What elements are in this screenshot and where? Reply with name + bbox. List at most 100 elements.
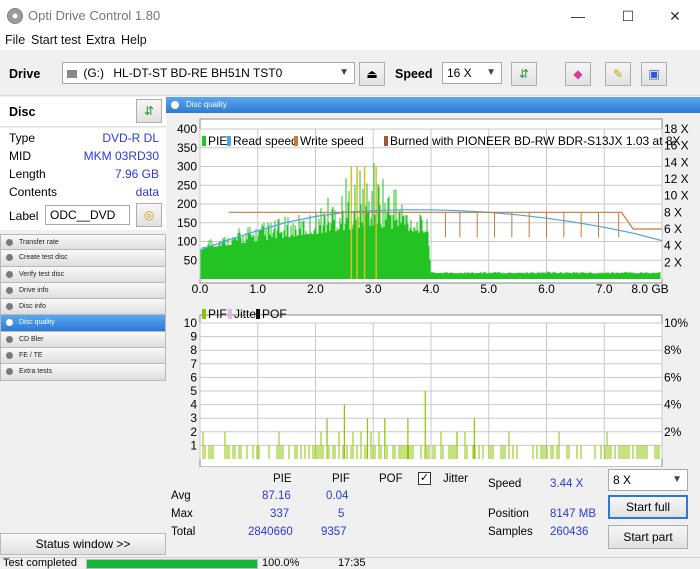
stats-area: PIE PIF POF ✓ Jitter Avg 87.16 0.04 Max …: [166, 467, 700, 557]
disc-refresh-button[interactable]: ⇵: [136, 99, 162, 123]
menu-start-test[interactable]: Start test: [31, 33, 81, 47]
speed-select[interactable]: 16 X ▼: [442, 62, 502, 84]
drive-icon: [67, 70, 77, 78]
disc-length-value: 7.96 GB: [114, 167, 159, 181]
disc-contents-value: data: [135, 185, 159, 199]
nav-label: Disc quality: [19, 319, 55, 327]
start-full-button[interactable]: Start full: [608, 495, 688, 519]
y-left-tick-label: 2: [190, 425, 197, 439]
position-label: Position: [488, 508, 529, 520]
y-right-tick-label: 18 X: [664, 122, 689, 136]
y-left-tick-label: 10: [184, 316, 198, 330]
progress-text: 100.0%: [262, 557, 300, 569]
refresh-icon: ⇵: [518, 67, 530, 81]
left-panel: Disc ⇵ Type DVD-R DL MID MKM 03RD30 Length…: [0, 97, 166, 557]
x-tick-label: 0.0: [192, 282, 209, 296]
disc-label-key: Label: [9, 209, 39, 223]
nav-label: FE / TE: [19, 352, 43, 360]
x-tick-label: 8.0 GB: [631, 282, 668, 296]
disc-row: Length 7.96 GB: [9, 167, 159, 185]
x-tick-label: 1.0: [249, 282, 266, 296]
refresh-speed-button[interactable]: ⇵: [511, 62, 537, 86]
y-left-tick-label: 100: [177, 235, 197, 249]
test-speed-select[interactable]: 8 X ▼: [608, 469, 688, 491]
legend-read-swatch: [227, 136, 231, 146]
legend-pif: PIF: [208, 307, 227, 321]
speed-stat-label: Speed: [488, 478, 522, 490]
drive-select[interactable]: (G:) HL-DT-ST BD-RE BH51N TST0 ▼: [62, 62, 355, 84]
fe-te-icon: [6, 352, 13, 360]
legend-jitter-swatch: [228, 309, 232, 319]
drive-name: HL-DT-ST BD-RE BH51N TST0: [113, 66, 283, 80]
maximize-button[interactable]: ☐: [605, 0, 651, 32]
legend-pie-swatch: [202, 136, 206, 146]
verify-disc-icon: [6, 270, 13, 278]
legend-pif-swatch: [202, 309, 206, 319]
nav-list: Transfer rate Create test disc Verify te…: [0, 234, 166, 381]
nav-transfer-rate[interactable]: Transfer rate: [0, 234, 166, 251]
disc-row: Type DVD-R DL: [9, 131, 159, 149]
x-tick-label: 5.0: [480, 282, 497, 296]
y-right-tick-label: 10 X: [664, 189, 689, 203]
max-pif-value: 5: [338, 508, 345, 520]
save-button[interactable]: ▣: [641, 62, 667, 86]
menu-file[interactable]: File: [5, 33, 25, 47]
chevron-down-icon: ▼: [672, 474, 682, 485]
speed-stat-value: 3.44 X: [550, 478, 584, 490]
jitter-label: Jitter: [443, 473, 468, 485]
y-left-tick-label: 6: [190, 370, 197, 384]
y-left-tick-label: 1: [190, 438, 197, 452]
nav-fe-te[interactable]: FE / TE: [0, 348, 166, 365]
avg-pie-value: 87.16: [262, 490, 291, 502]
y-left-tick-label: 8: [190, 343, 197, 357]
start-part-button[interactable]: Start part: [608, 525, 688, 549]
menu-extra[interactable]: Extra: [86, 33, 115, 47]
nav-label: Extra tests: [19, 368, 53, 376]
status-text: Test completed: [3, 557, 77, 569]
jitter-checkbox[interactable]: ✓: [418, 472, 431, 485]
disc-header: Disc ⇵: [0, 97, 166, 127]
y-left-tick-label: 250: [177, 178, 197, 192]
drive-label: Drive: [9, 67, 41, 81]
disc-label-field[interactable]: ODC__DVD: [45, 205, 130, 225]
nav-verify-test-disc[interactable]: Verify test disc: [0, 266, 166, 283]
disc-mid-value: MKM 03RD30: [83, 149, 159, 163]
col-pie-header: PIE: [273, 473, 292, 485]
test-speed-value: 8 X: [613, 473, 632, 487]
speed-label: Speed: [395, 67, 433, 81]
chart1-legend: PIE Read speed Write speed Burned with P…: [202, 134, 681, 148]
y-left-tick-label: 5: [190, 384, 197, 398]
label-apply-button[interactable]: ◎: [136, 203, 162, 227]
legend-read-speed: Read speed: [233, 134, 298, 148]
chevron-down-icon: ▼: [486, 67, 496, 78]
toolbar: Drive (G:) HL-DT-ST BD-RE BH51N TST0 ▼ ⏏…: [0, 50, 700, 96]
options-button[interactable]: ✎: [605, 62, 631, 86]
minimize-button[interactable]: —: [555, 0, 601, 32]
total-label: Total: [171, 526, 196, 538]
avg-label: Avg: [171, 490, 191, 502]
nav-label: Transfer rate: [19, 239, 59, 246]
disc-length-key: Length: [9, 167, 46, 181]
disc-contents-key: Contents: [9, 185, 58, 199]
nav-extra-tests[interactable]: Extra tests: [0, 364, 166, 381]
disc-row: MID MKM 03RD30: [9, 149, 159, 167]
nav-create-test-disc[interactable]: Create test disc: [0, 250, 166, 267]
apply-icon: ◎: [143, 208, 155, 222]
close-button[interactable]: ✕: [652, 0, 698, 32]
nav-disc-info[interactable]: Disc info: [0, 299, 166, 316]
nav-cd-bler[interactable]: CD Bler: [0, 331, 166, 349]
disc-type-value: DVD-R DL: [102, 131, 159, 145]
disc-heading: Disc: [9, 105, 36, 119]
y-left-tick-label: 9: [190, 330, 197, 344]
nav-disc-quality[interactable]: Disc quality: [0, 315, 166, 332]
nav-drive-info[interactable]: Drive info: [0, 282, 166, 300]
status-window-button[interactable]: Status window >>: [0, 533, 166, 555]
erase-button[interactable]: ◆: [565, 62, 591, 86]
eject-button[interactable]: ⏏: [359, 62, 385, 86]
create-disc-icon: [6, 254, 13, 262]
legend-write-swatch: [294, 136, 298, 146]
panel-title: Disc quality: [186, 100, 227, 109]
menu-help[interactable]: Help: [121, 33, 147, 47]
disc-info-icon: [6, 303, 13, 311]
app-disc-icon: [7, 8, 23, 24]
